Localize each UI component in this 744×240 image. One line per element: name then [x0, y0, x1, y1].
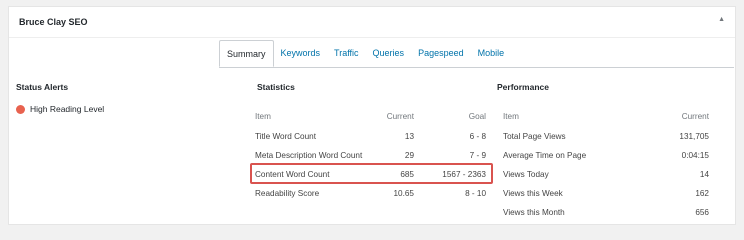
- panel-header: Bruce Clay SEO ▲: [9, 7, 735, 38]
- tabs-divider: [219, 67, 734, 68]
- table-header-row: Item Current: [495, 105, 709, 127]
- perf-item: Views Today: [503, 170, 549, 179]
- table-row: Views this Month 656: [495, 203, 709, 222]
- table-row: Title Word Count 13 6 - 8: [255, 127, 486, 146]
- perf-item: Views this Month: [503, 208, 565, 217]
- stat-current: 685: [400, 170, 414, 179]
- stat-item: Content Word Count: [255, 170, 330, 179]
- stat-item: Title Word Count: [255, 132, 316, 141]
- alert-label: High Reading Level: [30, 104, 105, 114]
- status-alerts-title: Status Alerts: [16, 82, 69, 92]
- stat-item: Readability Score: [255, 189, 320, 198]
- triangle-up-icon[interactable]: ▲: [718, 16, 725, 23]
- perf-item: Average Time on Page: [503, 151, 587, 160]
- stat-goal: 1567 - 2363: [442, 170, 486, 179]
- table-header-row: Item Current Goal: [255, 105, 486, 127]
- table-row: Meta Description Word Count 29 7 - 9: [255, 146, 486, 165]
- table-row: Readability Score 10.65 8 - 10: [255, 184, 486, 203]
- performance-title: Performance: [497, 82, 549, 92]
- table-row: Content Word Count 685 1567 - 2363: [255, 165, 486, 184]
- perf-item: Total Page Views: [503, 132, 566, 141]
- stat-current: 29: [404, 151, 414, 160]
- perf-item: Views this Week: [503, 189, 563, 198]
- tab-bar: Summary Keywords Traffic Queries Pagespe…: [219, 40, 511, 67]
- stat-goal: 8 - 10: [465, 189, 486, 198]
- stat-current: 10.65: [393, 189, 415, 198]
- perf-current: 131,705: [679, 132, 709, 141]
- tab-keywords[interactable]: Keywords: [274, 40, 328, 67]
- panel-title: Bruce Clay SEO: [19, 17, 88, 27]
- tab-traffic[interactable]: Traffic: [327, 40, 366, 67]
- perf-current: 0:04:15: [681, 151, 709, 160]
- table-row: Total Page Views 131,705: [495, 127, 709, 146]
- statistics-title: Statistics: [257, 82, 295, 92]
- header-item: Item: [503, 111, 519, 121]
- table-row: Average Time on Page 0:04:15: [495, 146, 709, 165]
- header-goal: Goal: [468, 111, 486, 121]
- stat-goal: 6 - 8: [469, 132, 486, 141]
- header-current: Current: [386, 111, 414, 121]
- header-item: Item: [255, 111, 271, 121]
- alert-dot-icon: [16, 104, 25, 114]
- tab-summary[interactable]: Summary: [219, 40, 274, 67]
- tab-queries[interactable]: Queries: [366, 40, 412, 67]
- tab-pagespeed[interactable]: Pagespeed: [411, 40, 471, 67]
- perf-current: 14: [699, 170, 709, 179]
- performance-table: Item Current Total Page Views 131,705 Av…: [495, 105, 709, 222]
- perf-current: 656: [695, 208, 709, 217]
- statistics-table: Item Current Goal Title Word Count 13 6 …: [255, 105, 486, 203]
- table-row: Views this Week 162: [495, 184, 709, 203]
- header-current: Current: [681, 111, 709, 121]
- stat-item: Meta Description Word Count: [255, 151, 363, 160]
- stat-current: 13: [404, 132, 414, 141]
- stat-goal: 7 - 9: [469, 151, 486, 160]
- status-alert-item: High Reading Level: [16, 104, 104, 114]
- tab-mobile[interactable]: Mobile: [471, 40, 512, 67]
- table-row: Views Today 14: [495, 165, 709, 184]
- perf-current: 162: [695, 189, 709, 198]
